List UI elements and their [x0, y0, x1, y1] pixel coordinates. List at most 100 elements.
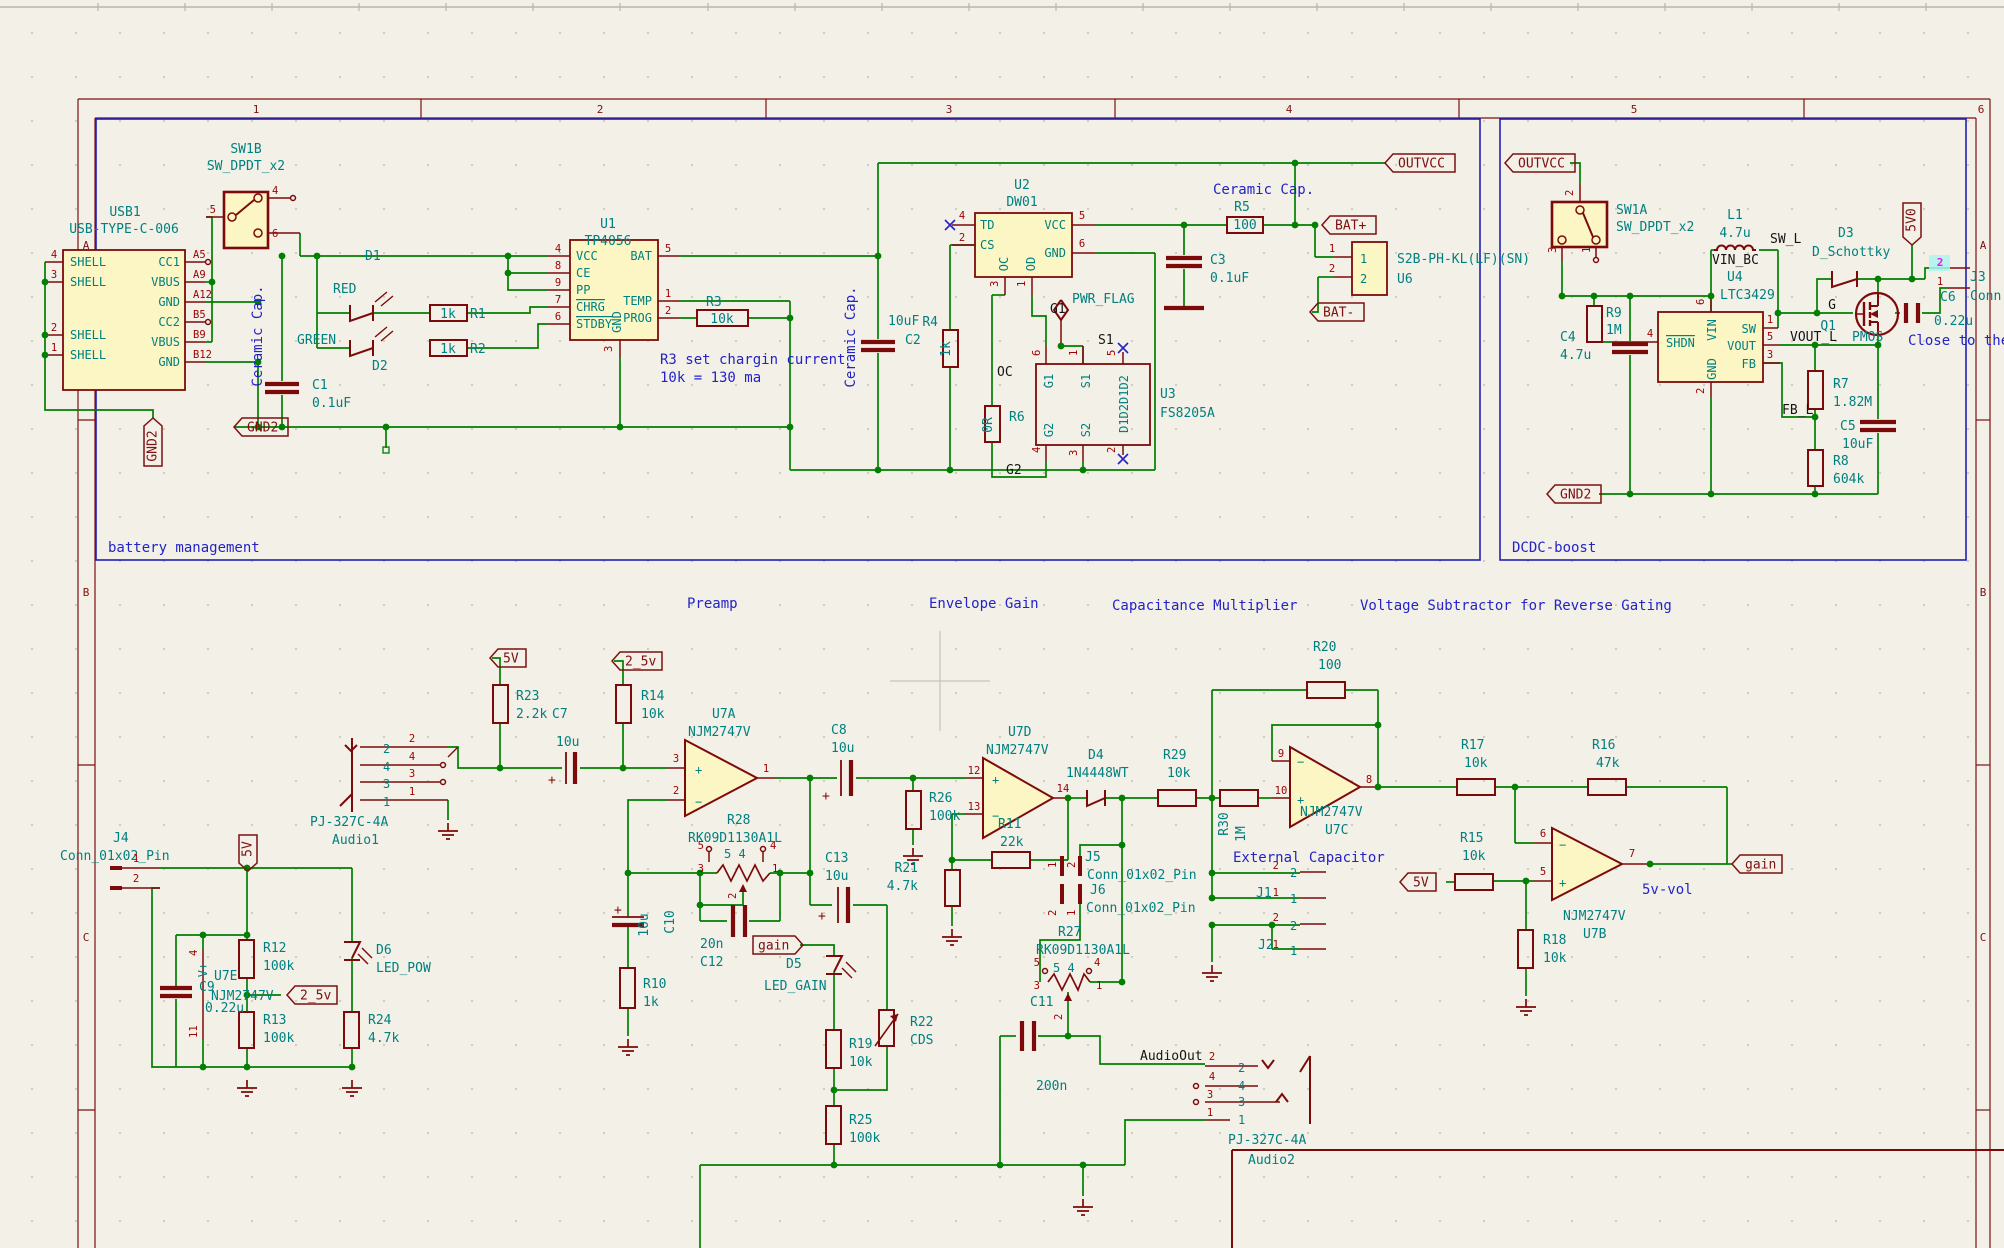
text-BAT[interactable]: BAT: [630, 249, 652, 263]
text-1[interactable]: 1: [1290, 944, 1297, 958]
text-0R[interactable]: 0R: [981, 417, 996, 433]
junction[interactable]: [497, 765, 504, 772]
text-J3[interactable]: J3: [1970, 270, 1986, 285]
text-Conn[interactable]: Conn: [1970, 289, 2001, 304]
text-A12[interactable]: A12: [193, 289, 212, 301]
symbol-circle[interactable]: [1043, 969, 1048, 974]
text-PMOS[interactable]: PMOS: [1852, 330, 1883, 345]
text-D5[interactable]: D5: [786, 957, 802, 972]
text-2[interactable]: 2: [665, 305, 671, 317]
junction[interactable]: [1909, 276, 1916, 283]
junction[interactable]: [42, 332, 49, 339]
text-10uF[interactable]: 10uF: [888, 314, 919, 329]
text-B12[interactable]: B12: [193, 349, 212, 361]
text-G2[interactable]: G2: [1006, 463, 1022, 478]
text-100[interactable]: 100: [1233, 218, 1256, 233]
text-External_Capacitor[interactable]: External Capacitor: [1233, 850, 1385, 866]
resistor-body[interactable]: [493, 685, 508, 723]
junction[interactable]: [617, 424, 624, 431]
L1-coil[interactable]: [1714, 246, 1756, 251]
symbol-stroke[interactable]: [842, 968, 852, 978]
symbol-stroke[interactable]: [1048, 974, 1090, 990]
text-Ceramic_Cap.[interactable]: Ceramic Cap.: [250, 285, 266, 386]
symbol-stroke[interactable]: [1832, 271, 1857, 287]
text-2[interactable]: 2: [1053, 1014, 1065, 1020]
text-0.1uF[interactable]: 0.1uF: [312, 396, 351, 411]
text-NJM2747V[interactable]: NJM2747V: [1563, 909, 1626, 924]
text-1[interactable]: 1: [1096, 980, 1102, 992]
junction[interactable]: [244, 1064, 251, 1071]
text-5[interactable]: 5: [1106, 350, 1118, 356]
text-D_Schottky[interactable]: D_Schottky: [1812, 245, 1890, 260]
text-Preamp[interactable]: Preamp: [687, 596, 738, 612]
junction[interactable]: [505, 253, 512, 260]
text-2[interactable]: 2: [1066, 862, 1078, 868]
resistor-body[interactable]: [945, 870, 960, 906]
text-C5[interactable]: C5: [1840, 419, 1856, 434]
junction[interactable]: [949, 857, 956, 864]
junction[interactable]: [1627, 491, 1634, 498]
text-J4[interactable]: J4: [113, 831, 129, 846]
resistor-body[interactable]: [1587, 306, 1602, 342]
text-Audio2[interactable]: Audio2: [1248, 1153, 1295, 1168]
text-10k[interactable]: 10k: [1462, 849, 1486, 864]
junction[interactable]: [875, 467, 882, 474]
junction[interactable]: [42, 279, 49, 286]
U6-body[interactable]: [1352, 242, 1387, 295]
text-S2[interactable]: S2: [1079, 423, 1093, 437]
text-6[interactable]: 6: [1079, 238, 1085, 250]
junction[interactable]: [1312, 222, 1319, 229]
text-R5[interactable]: R5: [1234, 200, 1250, 215]
text-AudioOut[interactable]: AudioOut: [1140, 1049, 1203, 1064]
text-LED_POW[interactable]: LED_POW: [376, 961, 431, 976]
text-U7C[interactable]: U7C: [1325, 823, 1348, 838]
text-Voltage_Subtractor_for_Reverse_Gating[interactable]: Voltage Subtractor for Reverse Gating: [1360, 598, 1672, 614]
text-R15[interactable]: R15: [1460, 831, 1483, 846]
text-FS8205A[interactable]: FS8205A: [1160, 406, 1215, 421]
text-S2B-PH-KL(LF)(SN)[interactable]: S2B-PH-KL(LF)(SN): [1397, 252, 1530, 267]
text-B5[interactable]: B5: [193, 309, 206, 321]
text-2[interactable]: 2: [133, 873, 139, 885]
text-5v-vol[interactable]: 5v-vol: [1642, 882, 1693, 898]
text-2[interactable]: 2: [383, 742, 390, 756]
text-3[interactable]: 3: [989, 281, 1001, 287]
symbol-stroke[interactable]: [1087, 790, 1105, 806]
symbol-circle[interactable]: [761, 847, 766, 852]
junction[interactable]: [244, 932, 251, 939]
resistor-body[interactable]: [1455, 874, 1493, 890]
text-SW[interactable]: SW: [1742, 322, 1757, 336]
text-4[interactable]: 4: [1031, 447, 1043, 453]
wire[interactable]: [800, 945, 834, 956]
resistor-body[interactable]: [616, 685, 631, 723]
text-R11[interactable]: R11: [998, 817, 1021, 832]
text-C2[interactable]: C2: [905, 333, 921, 348]
junction[interactable]: [1119, 979, 1126, 986]
gnd-symbol[interactable]: [1073, 1199, 1093, 1215]
symbol-stroke[interactable]: [344, 942, 360, 958]
text-14[interactable]: 14: [1057, 783, 1070, 795]
text-10k[interactable]: 10k: [710, 312, 734, 327]
text-4[interactable]: 4: [188, 950, 200, 956]
text-4[interactable]: 4: [555, 243, 561, 255]
text-100k[interactable]: 100k: [263, 1031, 294, 1046]
text-5_4[interactable]: 5 4: [1053, 961, 1075, 975]
resistor-body[interactable]: [992, 852, 1030, 868]
text-9[interactable]: 9: [555, 277, 561, 289]
text-+[interactable]: +: [992, 773, 999, 787]
text-5[interactable]: 5: [1034, 957, 1040, 969]
text-47k[interactable]: 47k: [1596, 756, 1620, 771]
text-+[interactable]: +: [614, 903, 622, 918]
resistor-body[interactable]: [1588, 779, 1626, 795]
text-VOUT[interactable]: VOUT: [1727, 339, 1756, 353]
text-PP[interactable]: PP: [576, 283, 590, 297]
text-Audio1[interactable]: Audio1: [332, 833, 379, 848]
no-connect-icon[interactable]: [1118, 454, 1128, 464]
text-Conn_01x02_Pin[interactable]: Conn_01x02_Pin: [60, 849, 170, 864]
text-2[interactable]: 2: [1273, 912, 1279, 924]
text-D2[interactable]: D2: [372, 359, 388, 374]
text-3[interactable]: 3: [603, 346, 615, 352]
text-5[interactable]: 5: [210, 204, 216, 216]
text-2[interactable]: 2: [727, 893, 739, 899]
text-R20[interactable]: R20: [1313, 640, 1336, 655]
text-R22[interactable]: R22: [910, 1015, 933, 1030]
